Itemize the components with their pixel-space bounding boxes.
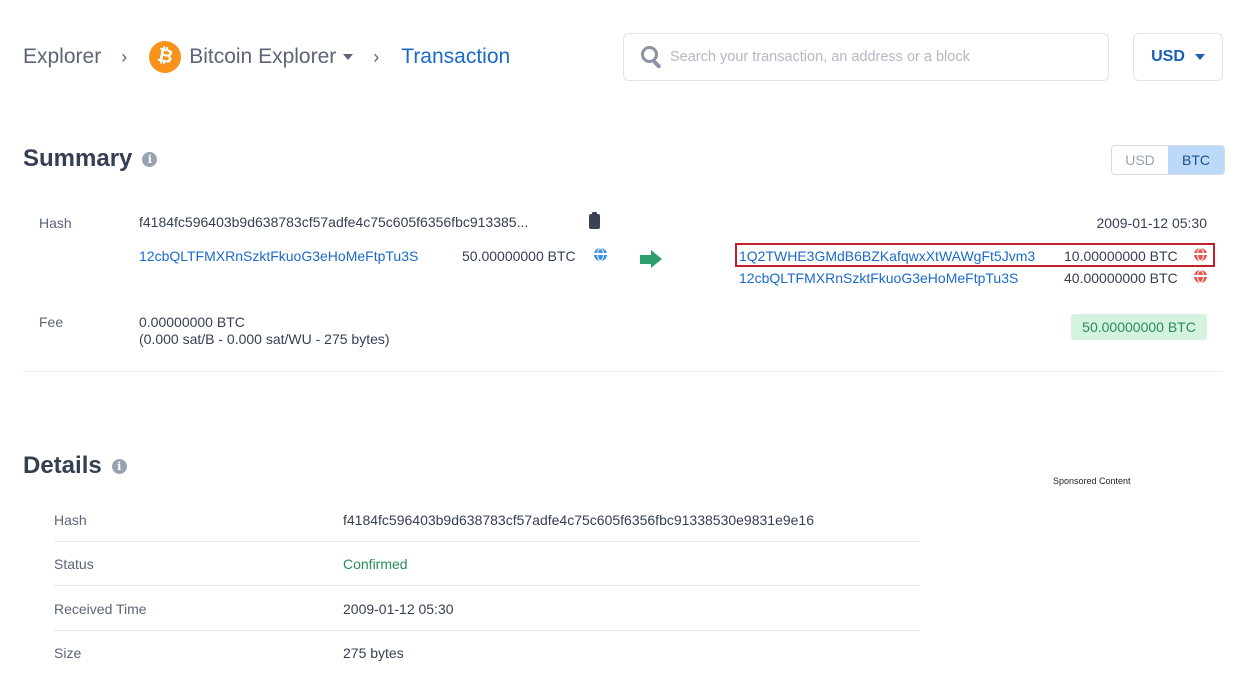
- details-row-received-time: Received Time 2009-01-12 05:30: [54, 587, 920, 631]
- details-row-size: Size 275 bytes: [54, 631, 920, 675]
- details-key: Status: [54, 556, 94, 572]
- search-box[interactable]: [623, 33, 1109, 81]
- output-address-link-1[interactable]: 1Q2TWHE3GMdB6BZKafqwxXtWAWgFt5Jvm3: [739, 248, 1035, 264]
- info-icon[interactable]: i: [142, 151, 158, 167]
- globe-icon[interactable]: [1194, 248, 1207, 261]
- currency-selector[interactable]: USD: [1133, 33, 1223, 81]
- fee-detail: (0.000 sat/B - 0.000 sat/WU - 275 bytes): [139, 331, 390, 347]
- details-row-hash: Hash f4184fc596403b9d638783cf57adfe4c75c…: [54, 498, 920, 542]
- breadcrumb-current: Transaction: [401, 45, 511, 68]
- output-amount-1: 10.00000000 BTC: [1064, 248, 1178, 264]
- caret-down-icon: [1194, 54, 1205, 60]
- details-value: f4184fc596403b9d638783cf57adfe4c75c605f6…: [343, 512, 815, 528]
- details-title-text: Details: [23, 452, 102, 479]
- summary-hash-label: Hash: [39, 215, 72, 231]
- bitcoin-logo-icon: ₿: [146, 38, 185, 76]
- output-address-link-2[interactable]: 12cbQLTFMXRnSzktFkuoG3eHoMeFtpTu3S: [739, 270, 1018, 286]
- details-key: Hash: [54, 512, 87, 528]
- search-input[interactable]: [670, 49, 1090, 65]
- details-key: Received Time: [54, 601, 147, 617]
- arrow-right-icon: [640, 250, 662, 268]
- details-row-status: Status Confirmed: [54, 542, 920, 586]
- info-icon[interactable]: i: [111, 458, 127, 474]
- globe-icon[interactable]: [1194, 270, 1207, 283]
- caret-down-icon: [343, 54, 354, 60]
- search-icon: [640, 45, 664, 70]
- chevron-right-icon: ›: [373, 46, 380, 67]
- summary-title: Summary i: [23, 145, 158, 173]
- breadcrumb: Explorer › ₿ Bitcoin Explorer › Transact…: [23, 38, 511, 76]
- summary-title-text: Summary: [23, 145, 133, 172]
- unit-toggle: USD BTC: [1111, 145, 1225, 175]
- clipboard-copy-icon[interactable]: [589, 212, 600, 229]
- input-address-link[interactable]: 12cbQLTFMXRnSzktFkuoG3eHoMeFtpTu3S: [139, 248, 418, 264]
- summary-timestamp: 2009-01-12 05:30: [1096, 215, 1207, 231]
- breadcrumb-explorer[interactable]: Explorer: [23, 45, 101, 69]
- status-value: Confirmed: [343, 556, 408, 572]
- globe-icon[interactable]: [594, 248, 607, 261]
- fee-label: Fee: [39, 314, 64, 330]
- details-key: Size: [54, 645, 82, 661]
- currency-selected: USD: [1151, 48, 1185, 65]
- breadcrumb-coin-dropdown[interactable]: ₿ Bitcoin Explorer: [146, 38, 354, 76]
- fee-value: 0.00000000 BTC: [139, 314, 245, 330]
- summary-hash-value[interactable]: f4184fc596403b9d638783cf57adfe4c75c605f6…: [139, 214, 528, 230]
- output-amount-2: 40.00000000 BTC: [1064, 270, 1178, 286]
- breadcrumb-coin-label: Bitcoin Explorer: [189, 45, 337, 68]
- total-amount-badge: 50.00000000 BTC: [1071, 314, 1207, 340]
- row-divider: [54, 585, 920, 586]
- input-amount: 50.00000000 BTC: [462, 248, 576, 264]
- details-value: 2009-01-12 05:30: [343, 601, 454, 617]
- details-value: 275 bytes: [343, 645, 404, 661]
- sponsored-content-label: Sponsored Content: [1053, 476, 1131, 486]
- chevron-right-icon: ›: [121, 46, 128, 67]
- unit-toggle-btc[interactable]: BTC: [1168, 146, 1224, 174]
- section-divider: [23, 371, 1223, 372]
- details-title: Details i: [23, 452, 127, 480]
- unit-toggle-usd[interactable]: USD: [1112, 146, 1168, 174]
